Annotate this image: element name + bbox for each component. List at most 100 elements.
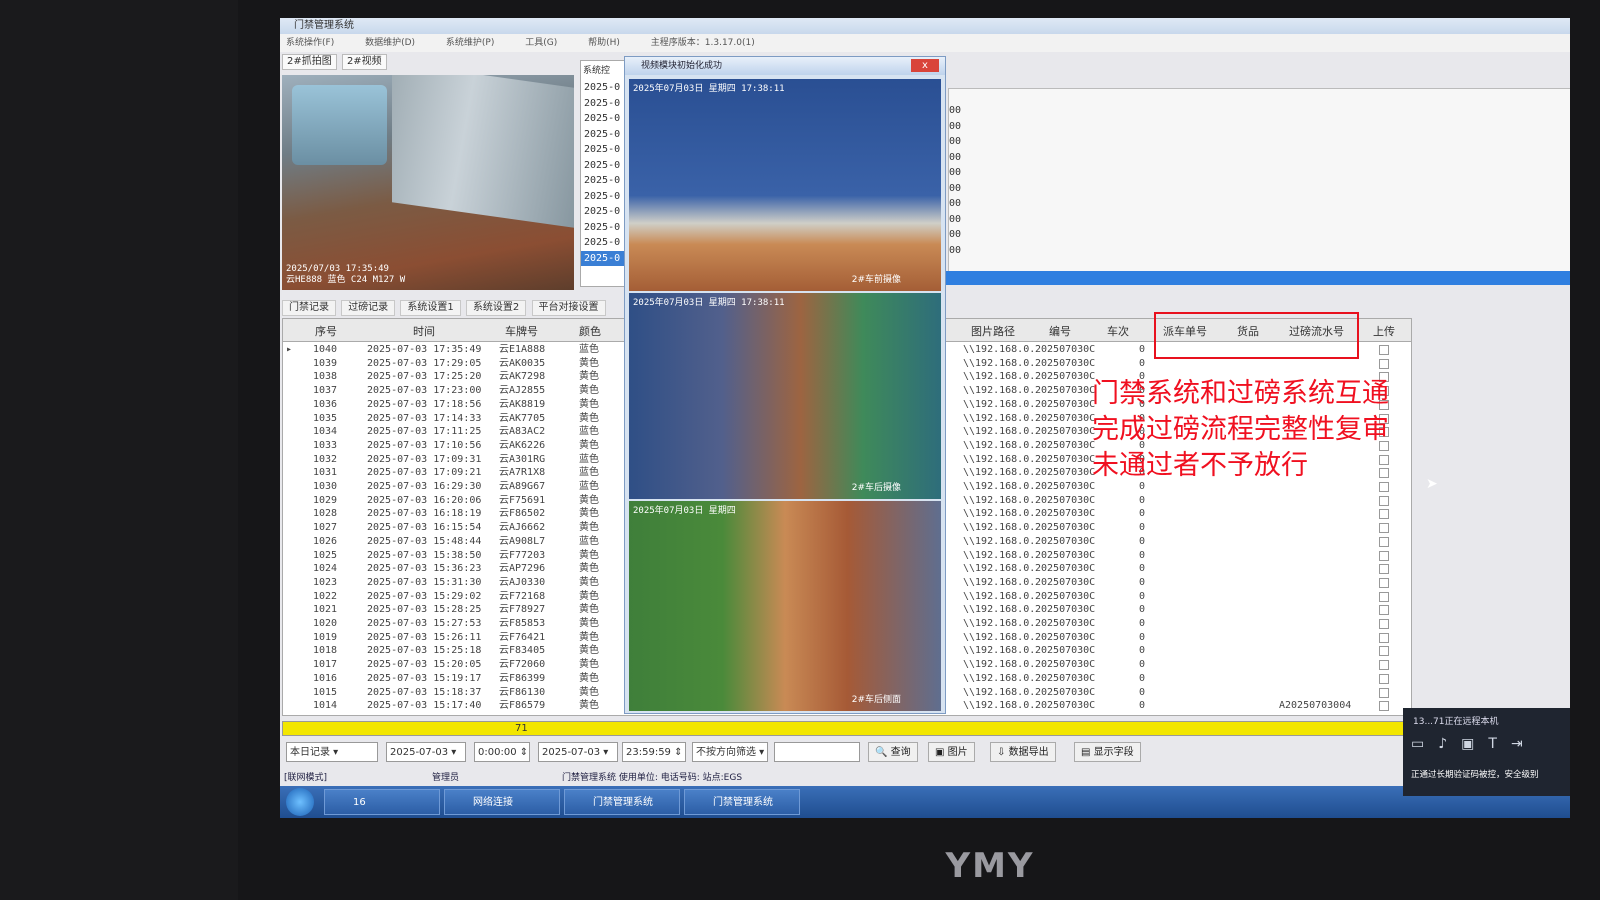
range-select[interactable]: 本日记录 ▾ bbox=[286, 742, 378, 762]
menu-system-ops[interactable]: 系统操作(F) bbox=[286, 34, 334, 52]
upload-checkbox[interactable] bbox=[1379, 495, 1389, 506]
upload-checkbox[interactable] bbox=[1379, 536, 1389, 547]
start-button[interactable] bbox=[286, 788, 314, 816]
cell-image-path: \\192.168.0. bbox=[963, 371, 1036, 383]
search-input[interactable] bbox=[774, 742, 860, 762]
menu-data[interactable]: 数据维护(D) bbox=[365, 34, 415, 52]
side-list-item[interactable]: 2025-0 bbox=[581, 127, 625, 143]
upload-checkbox[interactable] bbox=[1379, 646, 1389, 657]
date-from[interactable]: 2025-07-03 ▾ bbox=[386, 742, 466, 762]
exit-icon[interactable]: ⇥ bbox=[1511, 736, 1537, 752]
upload-checkbox[interactable] bbox=[1379, 523, 1389, 534]
cell-seq: 1027 bbox=[313, 522, 338, 534]
upload-checkbox[interactable] bbox=[1379, 550, 1389, 561]
tab-settings-2[interactable]: 系统设置2 bbox=[465, 300, 527, 316]
screen-icon[interactable]: ▣ bbox=[1461, 736, 1488, 752]
menu-help[interactable]: 帮助(H) bbox=[588, 34, 620, 52]
cell-number: 202507030C bbox=[1035, 631, 1096, 643]
taskbar-item-gate-1[interactable]: 门禁管理系统 bbox=[564, 789, 680, 815]
right-value: 00 bbox=[949, 213, 962, 225]
upload-checkbox[interactable] bbox=[1379, 632, 1389, 643]
upload-checkbox[interactable] bbox=[1379, 345, 1389, 355]
cell-color: 黄色 bbox=[579, 508, 599, 520]
menu-maintain[interactable]: 系统维护(P) bbox=[446, 34, 494, 52]
upload-checkbox[interactable] bbox=[1379, 673, 1389, 684]
tab-weigh-records[interactable]: 过磅记录 bbox=[341, 300, 396, 316]
side-list-item[interactable]: 2025-0 bbox=[581, 189, 625, 205]
annotation-line-1: 门禁系统和过磅系统互通 bbox=[1092, 378, 1389, 409]
col-time[interactable]: 时间 bbox=[413, 323, 435, 339]
upload-checkbox[interactable] bbox=[1379, 619, 1389, 629]
menubar: 系统操作(F) 数据维护(D) 系统维护(P) 工具(G) 帮助(H) 主程序版… bbox=[280, 34, 1570, 52]
time-to[interactable]: 23:59:59 ⇕ bbox=[622, 742, 686, 762]
cell-time: 2025-07-03 15:28:25 bbox=[367, 604, 482, 616]
right-info-pane: 00 00 00 00 00 00 00 00 00 00 bbox=[948, 88, 1570, 275]
chat-icon[interactable]: ▭ bbox=[1411, 736, 1438, 752]
menu-tools[interactable]: 工具(G) bbox=[525, 34, 557, 52]
upload-checkbox[interactable] bbox=[1379, 701, 1389, 712]
cell-trips: 0 bbox=[1139, 604, 1146, 616]
date-from-value: 2025-07-03 bbox=[390, 747, 449, 758]
side-list-item[interactable]: 2025-0 bbox=[581, 142, 625, 158]
query-button[interactable]: 🔍 查询 bbox=[868, 742, 918, 762]
text-icon[interactable]: T bbox=[1488, 736, 1511, 752]
col-trips[interactable]: 车次 bbox=[1107, 323, 1129, 339]
col-color[interactable]: 颜色 bbox=[579, 323, 601, 339]
col-upload[interactable]: 上传 bbox=[1373, 323, 1395, 339]
col-plate[interactable]: 车牌号 bbox=[505, 323, 538, 339]
tab-platform[interactable]: 平台对接设置 bbox=[531, 300, 606, 316]
date-to[interactable]: 2025-07-03 ▾ bbox=[538, 742, 618, 762]
close-icon[interactable]: x bbox=[911, 59, 939, 72]
cell-number: 202507030C bbox=[1035, 426, 1096, 438]
tab-settings-1[interactable]: 系统设置1 bbox=[400, 300, 461, 316]
fields-button[interactable]: ▤ 显示字段 bbox=[1074, 742, 1141, 762]
col-image-path[interactable]: 图片路径 bbox=[971, 323, 1015, 339]
export-button[interactable]: ⇩ 数据导出 bbox=[990, 742, 1056, 762]
cell-trips: 0 bbox=[1139, 590, 1146, 602]
upload-checkbox[interactable] bbox=[1379, 591, 1389, 602]
upload-checkbox[interactable] bbox=[1379, 605, 1389, 616]
col-number[interactable]: 编号 bbox=[1049, 323, 1071, 339]
side-list-item[interactable]: 2025-0 bbox=[581, 158, 625, 174]
upload-checkbox[interactable] bbox=[1379, 564, 1389, 575]
cell-time: 2025-07-03 17:09:21 bbox=[367, 467, 482, 479]
upload-checkbox[interactable] bbox=[1379, 358, 1389, 369]
cell-plate: 云F72060 bbox=[499, 659, 546, 671]
camera-feed-rear: 2025年07月03日 星期四 17:38:11 2#车后摄像 bbox=[629, 293, 941, 499]
tab-gate-records[interactable]: 门禁记录 bbox=[282, 300, 336, 316]
side-list-item[interactable]: 2025-0 bbox=[581, 250, 625, 266]
image-button[interactable]: ▣ 图片 bbox=[928, 742, 975, 762]
side-list-item[interactable]: 2025-0 bbox=[581, 173, 625, 189]
upload-checkbox[interactable] bbox=[1379, 577, 1389, 588]
side-list-item[interactable]: 2025-0 bbox=[581, 96, 625, 112]
upload-checkbox[interactable] bbox=[1379, 660, 1389, 671]
upload-checkbox[interactable] bbox=[1379, 687, 1389, 698]
side-list-item[interactable]: 2025-0 bbox=[581, 235, 625, 251]
side-list-item[interactable]: 2025-0 bbox=[581, 80, 625, 96]
version-label: 主程序版本：1.3.17.0(1) bbox=[650, 38, 755, 48]
upload-checkbox[interactable] bbox=[1379, 509, 1389, 520]
direction-select[interactable]: 不按方向筛选 ▾ bbox=[692, 742, 768, 762]
tab-snapshot[interactable]: 2#抓拍图 bbox=[282, 54, 337, 70]
taskbar-item-folder[interactable]: 16 bbox=[324, 789, 440, 815]
col-seq[interactable]: 序号 bbox=[315, 323, 337, 339]
side-list-item[interactable]: 2025-0 bbox=[581, 220, 625, 236]
total-bar: 71 bbox=[282, 721, 1412, 736]
cell-seq: 1020 bbox=[313, 618, 338, 629]
highlight-box bbox=[1154, 312, 1359, 359]
cell-seq: 1028 bbox=[313, 508, 338, 520]
cell-color: 蓝色 bbox=[579, 467, 599, 479]
taskbar: 16 网络连接 门禁管理系统 门禁管理系统 bbox=[280, 786, 1570, 818]
cell-plate: 云F76421 bbox=[499, 631, 546, 643]
cell-number: 202507030C bbox=[1035, 481, 1096, 492]
cell-number: 202507030C bbox=[1035, 453, 1096, 465]
taskbar-item-gate-2[interactable]: 门禁管理系统 bbox=[684, 789, 800, 815]
tab-video[interactable]: 2#视频 bbox=[341, 54, 387, 70]
side-list[interactable]: 系统控 2025-0 2025-0 2025-0 2025-0 2025-0 2025-0… bbox=[580, 60, 626, 287]
taskbar-item-network[interactable]: 网络连接 bbox=[444, 789, 560, 815]
side-list-item[interactable]: 2025-0 bbox=[581, 111, 625, 127]
mic-icon[interactable]: ♪ bbox=[1438, 736, 1461, 752]
side-list-item[interactable]: 2025-0 bbox=[581, 204, 625, 220]
cell-plate: 云F77203 bbox=[499, 549, 546, 561]
time-from[interactable]: 0:00:00 ⇕ bbox=[474, 742, 530, 762]
